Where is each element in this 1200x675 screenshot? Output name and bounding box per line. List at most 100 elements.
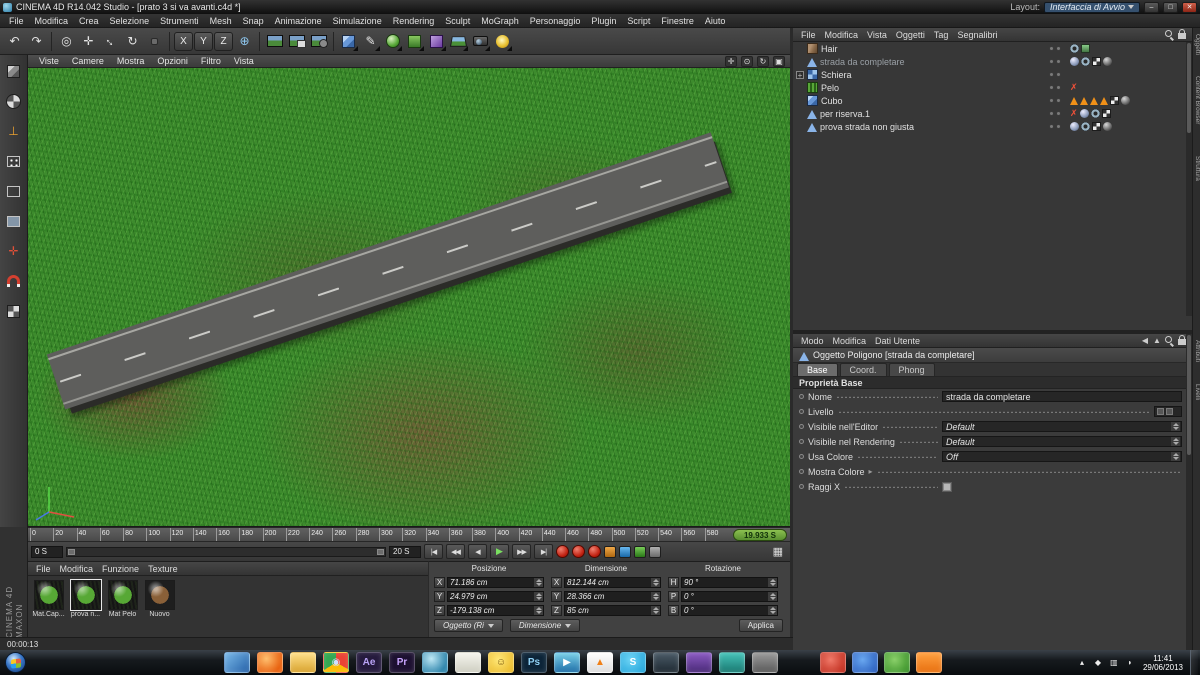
- material-item-selected[interactable]: prova n...: [69, 579, 102, 618]
- scale-tool[interactable]: ↔: [100, 31, 121, 52]
- red-cross-icon[interactable]: ✗: [1070, 109, 1078, 118]
- app-gray-icon[interactable]: [752, 652, 778, 673]
- dock-tab-struttura[interactable]: Struttura: [1193, 156, 1200, 181]
- light-button[interactable]: [492, 31, 513, 52]
- object-name[interactable]: per riserva.1: [820, 109, 870, 119]
- rotation-h-field[interactable]: 90 °: [681, 576, 778, 588]
- texture-tag-icon[interactable]: [1101, 109, 1111, 118]
- material-menu-1[interactable]: Modifica: [56, 564, 98, 574]
- menu-item-3[interactable]: Selezione: [105, 16, 155, 26]
- material-menu-0[interactable]: File: [32, 564, 55, 574]
- anim-dot-icon[interactable]: [799, 424, 804, 429]
- redo-button[interactable]: ↷: [26, 31, 47, 52]
- object-name[interactable]: Cubo: [821, 96, 843, 106]
- material-tag-icon[interactable]: [1103, 57, 1112, 66]
- lock-icon[interactable]: [1178, 29, 1186, 39]
- tray-icon[interactable]: ▥: [1108, 658, 1120, 667]
- polygon-selection-tag-icon[interactable]: [1090, 96, 1098, 105]
- tab-base[interactable]: Base: [797, 363, 838, 376]
- app-blue-icon[interactable]: [852, 652, 878, 673]
- app-red-icon[interactable]: [820, 652, 846, 673]
- viewport-menu-3[interactable]: Opzioni: [151, 56, 194, 66]
- undo-button[interactable]: ↶: [4, 31, 25, 52]
- start-button[interactable]: [5, 652, 26, 673]
- visibility-dots[interactable]: [1049, 85, 1061, 90]
- notepad-icon[interactable]: [455, 652, 481, 673]
- menu-item-15[interactable]: Finestre: [656, 16, 699, 26]
- maximize-view-icon[interactable]: ▣: [773, 55, 785, 67]
- uvw-tag-icon[interactable]: [1081, 57, 1090, 66]
- anim-start-field[interactable]: 0 S: [31, 545, 63, 558]
- menu-item-4[interactable]: Strumenti: [155, 16, 204, 26]
- menu-item-1[interactable]: Modifica: [30, 16, 74, 26]
- object-row-schiera[interactable]: + Schiera: [793, 68, 1192, 81]
- menu-item-16[interactable]: Aiuto: [700, 16, 731, 26]
- rotation-b-field[interactable]: 0 °: [681, 604, 778, 616]
- object-row-strada-da-completare[interactable]: strada da completare: [793, 55, 1192, 68]
- menu-item-5[interactable]: Mesh: [205, 16, 237, 26]
- close-button[interactable]: ✕: [1182, 1, 1197, 13]
- skype-icon[interactable]: S: [620, 652, 646, 673]
- uv-mode-button[interactable]: [3, 300, 25, 322]
- preview-range-slider[interactable]: [66, 546, 386, 557]
- material-thumbnail[interactable]: [107, 580, 138, 610]
- anim-dot-icon[interactable]: [799, 439, 804, 444]
- media-player-icon[interactable]: ▶: [554, 652, 580, 673]
- om-menu-0[interactable]: File: [797, 30, 820, 40]
- record-keyframe-button[interactable]: [556, 545, 569, 558]
- goto-start-button[interactable]: |◀: [424, 544, 443, 559]
- vlc-cone-icon[interactable]: [916, 652, 942, 673]
- minimize-button[interactable]: –: [1144, 1, 1159, 13]
- position-z-field[interactable]: -179.138 cm: [447, 604, 544, 616]
- model-mode-button[interactable]: [3, 60, 25, 82]
- viewport-menu-1[interactable]: Camere: [66, 56, 110, 66]
- phong-tag-icon[interactable]: [1070, 57, 1079, 66]
- render-view-button[interactable]: [264, 31, 285, 52]
- menu-item-14[interactable]: Script: [622, 16, 655, 26]
- visibility-dots[interactable]: [1049, 124, 1061, 129]
- size-x-field[interactable]: 812.144 cm: [564, 576, 661, 588]
- spinner-icon[interactable]: [1171, 422, 1180, 431]
- spinner-icon[interactable]: [1171, 437, 1180, 446]
- firefox-icon[interactable]: [257, 652, 283, 673]
- om-menu-1[interactable]: Modifica: [821, 30, 863, 40]
- object-row-cubo[interactable]: Cubo: [793, 94, 1192, 107]
- camera-button[interactable]: [470, 31, 491, 52]
- polygon-selection-tag-icon[interactable]: [1100, 96, 1108, 105]
- key-scale-toggle[interactable]: [619, 545, 631, 558]
- current-time-marker[interactable]: 19.933 S: [733, 529, 787, 541]
- anim-dot-icon[interactable]: [799, 409, 804, 414]
- range-handle-right[interactable]: [377, 548, 384, 555]
- previous-frame-button[interactable]: ◀: [468, 544, 487, 559]
- section-header[interactable]: Proprietà Base: [793, 377, 1192, 389]
- red-cross-icon[interactable]: ✗: [1070, 83, 1078, 92]
- generators-button[interactable]: [404, 31, 425, 52]
- points-mode-button[interactable]: [3, 150, 25, 172]
- viewport-menu-0[interactable]: Viste: [33, 56, 65, 66]
- anim-end-field[interactable]: 20 S: [389, 545, 421, 558]
- rotate-tool[interactable]: ↻: [122, 31, 143, 52]
- texture-tag-icon[interactable]: [1092, 122, 1101, 131]
- parent-object-icon[interactable]: ▲: [1151, 336, 1163, 345]
- subdivision-surface-button[interactable]: [382, 31, 403, 52]
- smiley-icon[interactable]: ☺: [488, 652, 514, 673]
- road-object[interactable]: [46, 132, 730, 410]
- phong-tag-icon[interactable]: [1070, 122, 1079, 131]
- uvw-tag-icon[interactable]: [1090, 109, 1100, 118]
- anim-dot-icon[interactable]: [799, 454, 804, 459]
- uvw-tag-icon[interactable]: [1081, 122, 1090, 131]
- size-z-field[interactable]: 85 cm: [564, 604, 661, 616]
- spinner-icon[interactable]: [534, 577, 543, 587]
- visibility-dots[interactable]: [1049, 111, 1061, 116]
- spinner-icon[interactable]: [651, 605, 660, 615]
- floor-button[interactable]: [448, 31, 469, 52]
- texture-tag-icon[interactable]: [1092, 57, 1101, 66]
- menu-item-11[interactable]: MoGraph: [476, 16, 524, 26]
- spline-pen-button[interactable]: ✎: [360, 31, 381, 52]
- menu-item-9[interactable]: Rendering: [388, 16, 440, 26]
- material-item[interactable]: Mat Pelo: [106, 580, 139, 618]
- texture-mode-button[interactable]: [3, 90, 25, 112]
- object-name[interactable]: prova strada non giusta: [820, 122, 914, 132]
- object-name[interactable]: Schiera: [821, 70, 852, 80]
- position-y-field[interactable]: 24.979 cm: [447, 590, 544, 602]
